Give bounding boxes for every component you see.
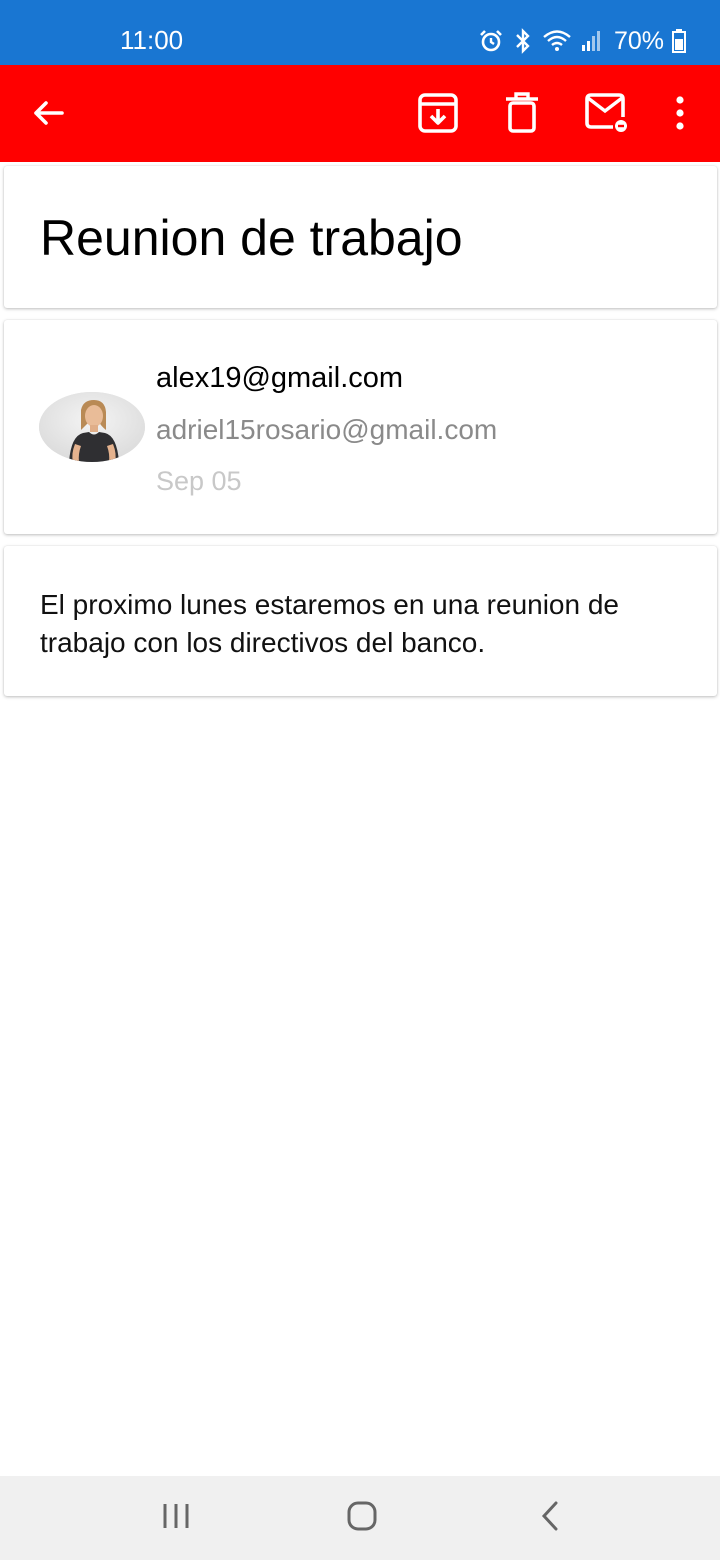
status-bar: 11:00 70% xyxy=(0,0,720,65)
toolbar xyxy=(0,65,720,162)
back-icon xyxy=(539,1500,561,1537)
body-card: El proximo lunes estaremos en una reunio… xyxy=(4,546,717,696)
status-icons: 70% xyxy=(478,24,686,58)
wifi-icon xyxy=(542,28,572,54)
battery-percent: 70% xyxy=(613,27,664,55)
email-body: El proximo lunes estaremos en una reunio… xyxy=(40,589,620,658)
recent-apps-button[interactable] xyxy=(146,1490,206,1546)
mark-unread-button[interactable] xyxy=(572,79,640,147)
archive-button[interactable] xyxy=(404,79,472,147)
recipient-email: adriel15rosario@gmail.com xyxy=(156,414,498,445)
more-options-button[interactable] xyxy=(646,79,714,147)
more-options-icon xyxy=(675,96,685,130)
home-button[interactable] xyxy=(332,1490,392,1546)
sender-email: alex19@gmail.com xyxy=(156,362,404,394)
mark-unread-icon xyxy=(583,91,629,135)
delete-button[interactable] xyxy=(488,79,556,147)
email-date: Sep 05 xyxy=(156,466,242,496)
email-subject: Reunion de trabajo xyxy=(40,210,463,266)
back-arrow-icon xyxy=(30,95,66,131)
subject-card: Reunion de trabajo xyxy=(4,166,717,308)
status-time: 11:00 xyxy=(120,25,184,55)
avatar xyxy=(39,392,145,462)
bluetooth-icon xyxy=(512,28,534,54)
home-icon xyxy=(346,1500,378,1537)
navigation-bar xyxy=(0,1476,720,1560)
back-button[interactable] xyxy=(14,79,82,147)
recent-apps-icon xyxy=(161,1501,191,1536)
sender-card: alex19@gmail.com adriel15rosario@gmail.c… xyxy=(4,320,717,534)
delete-icon xyxy=(502,91,542,135)
battery-icon xyxy=(672,28,686,54)
signal-icon xyxy=(580,28,602,54)
alarm-icon xyxy=(478,28,504,54)
archive-icon xyxy=(416,91,460,135)
nav-back-button[interactable] xyxy=(520,1490,580,1546)
